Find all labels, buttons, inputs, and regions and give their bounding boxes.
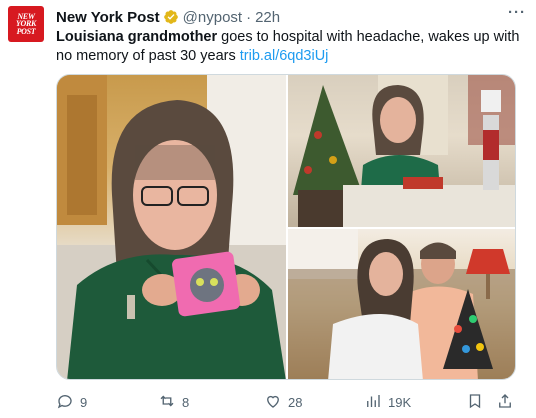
share-button[interactable] — [496, 392, 514, 413]
views-button[interactable]: 19K — [364, 392, 411, 413]
photo-woman-holding-sticker[interactable] — [57, 75, 286, 379]
separator-dot: · — [246, 8, 252, 26]
analytics-icon — [364, 392, 382, 413]
like-count: 28 — [288, 394, 303, 410]
action-bar: 9 8 28 19K — [56, 392, 516, 412]
reply-button[interactable]: 9 — [56, 392, 87, 413]
photo-couple-on-couch[interactable] — [288, 229, 515, 379]
more-options-icon[interactable]: ··· — [508, 4, 526, 21]
repost-icon — [158, 392, 176, 413]
post-header: New York Post @nypost · 22h — [56, 8, 524, 26]
avatar[interactable]: NEW YORK POST — [8, 6, 44, 42]
post-link[interactable]: trib.al/6qd3iUj — [240, 48, 329, 64]
author-name[interactable]: New York Post — [56, 9, 160, 26]
post-text-bold: Louisiana grandmother — [56, 29, 218, 45]
reply-icon — [56, 392, 74, 413]
photo-woman-at-table[interactable] — [288, 75, 515, 227]
bookmark-icon — [466, 392, 484, 413]
share-icon — [496, 392, 514, 413]
media-grid — [56, 74, 516, 380]
verified-badge-icon[interactable] — [163, 9, 179, 25]
avatar-line-3: POST — [16, 26, 36, 36]
bookmark-button[interactable] — [466, 392, 484, 413]
views-count: 19K — [388, 394, 412, 410]
repost-button[interactable]: 8 — [158, 392, 189, 413]
post-time[interactable]: 22h — [255, 9, 280, 26]
post-text: Louisiana grandmother goes to hospital w… — [56, 28, 526, 66]
repost-count: 8 — [182, 394, 190, 410]
reply-count: 9 — [80, 394, 88, 410]
heart-icon — [264, 392, 282, 413]
like-button[interactable]: 28 — [264, 392, 302, 413]
author-handle[interactable]: @nypost — [183, 9, 242, 26]
